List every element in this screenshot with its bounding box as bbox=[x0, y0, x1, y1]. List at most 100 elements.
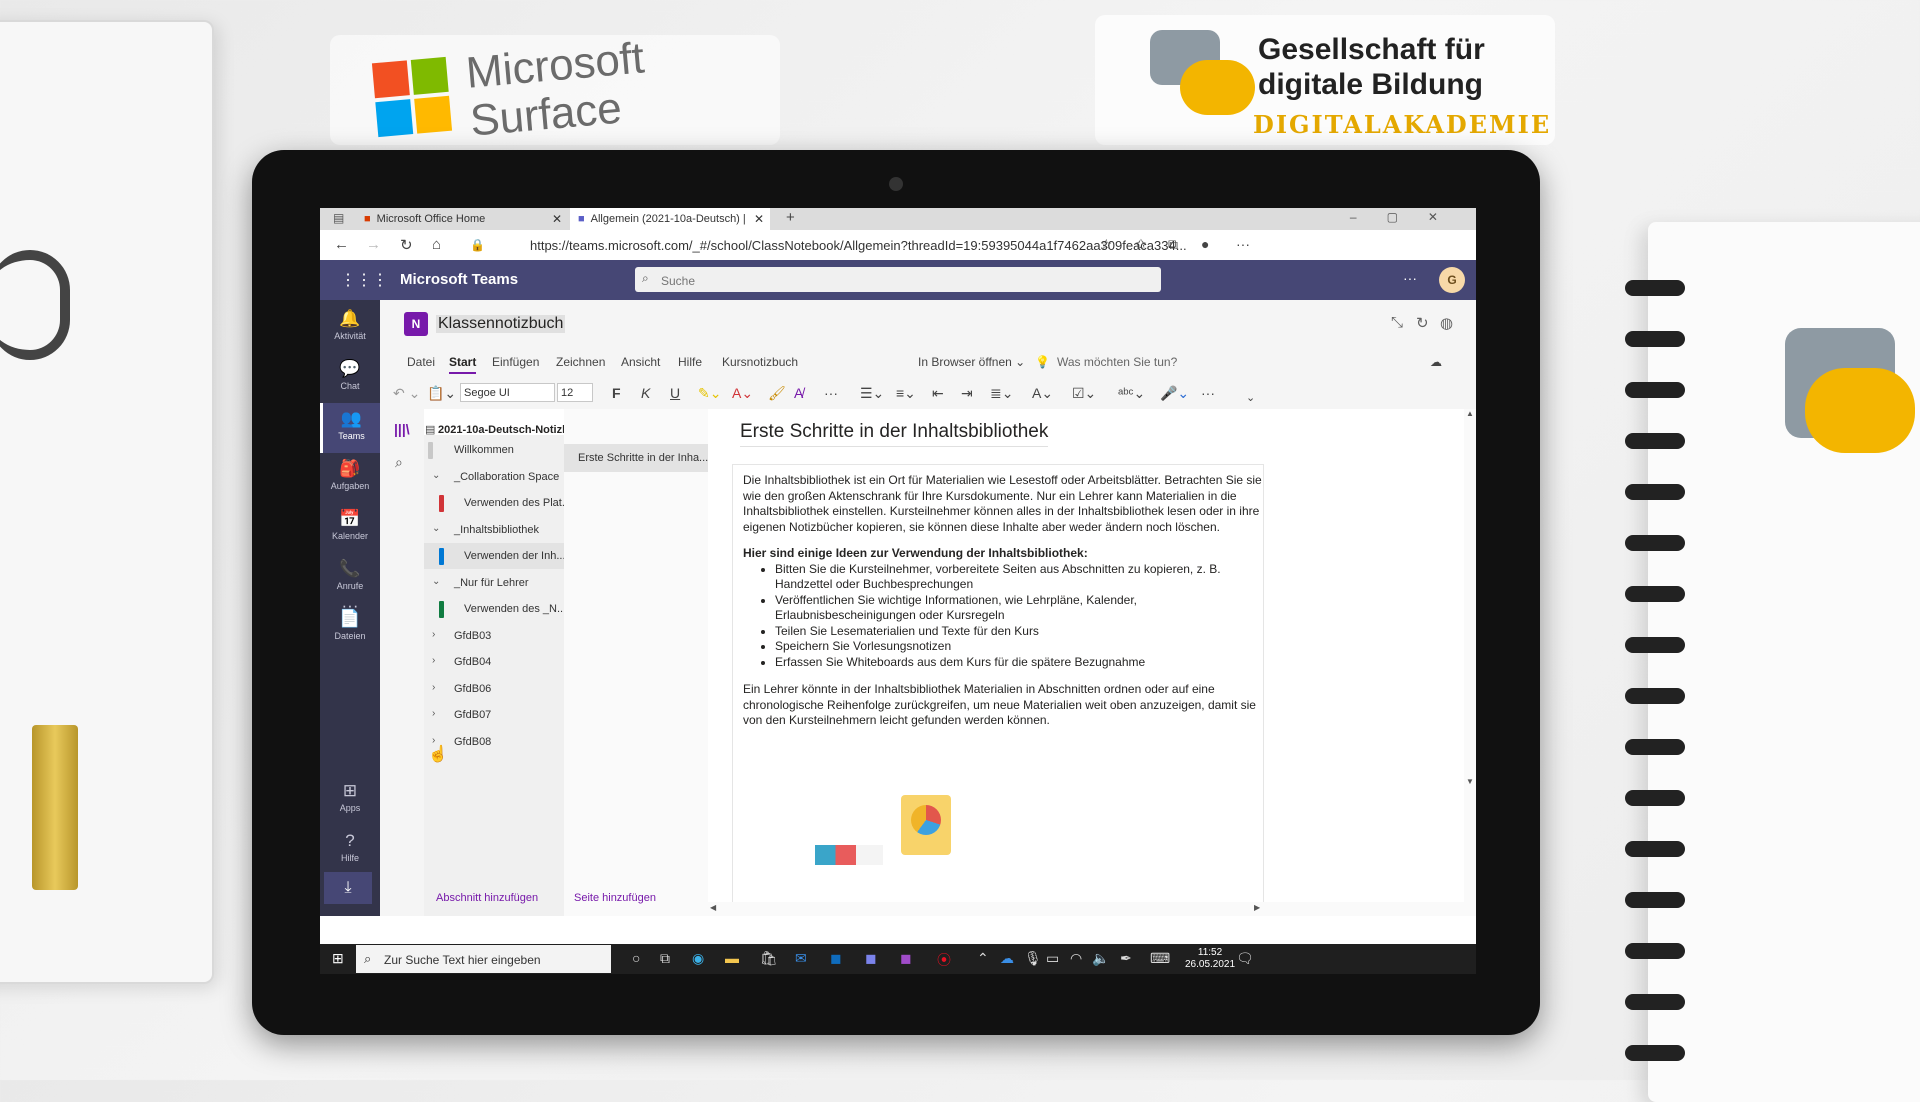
collections-icon[interactable]: ⧉ bbox=[1168, 236, 1178, 253]
ideas-heading[interactable]: Hier sind einige Ideen zur Verwendung de… bbox=[743, 546, 1263, 562]
closing-paragraph[interactable]: Ein Lehrer könnte in der Inhaltsbiblioth… bbox=[743, 682, 1263, 729]
more-format-icon[interactable]: ··· bbox=[824, 385, 838, 401]
explorer-icon[interactable]: ▬ bbox=[725, 950, 739, 966]
format-painter-icon[interactable]: 🖌 bbox=[768, 385, 786, 402]
clear-format-icon[interactable]: A̸ bbox=[794, 385, 803, 401]
dictate-icon[interactable]: 🎤⌄ bbox=[1160, 385, 1189, 402]
tray-chevron-icon[interactable]: ⌃ bbox=[977, 950, 989, 967]
rail-item-apps[interactable]: ⊞ Apps bbox=[320, 775, 380, 825]
keyboard-icon[interactable]: ⌨ bbox=[1150, 950, 1170, 967]
store-icon[interactable]: 🛍 bbox=[760, 950, 778, 967]
idea-item[interactable]: Teilen Sie Lesematerialien und Texte für… bbox=[775, 624, 1263, 640]
font-color-icon[interactable]: A⌄ bbox=[732, 385, 753, 402]
bullets-icon[interactable]: ☰⌄ bbox=[860, 385, 884, 402]
app-launcher-icon[interactable]: ⋮⋮⋮ bbox=[340, 270, 388, 290]
add-section-button[interactable]: Abschnitt hinzufügen bbox=[436, 892, 538, 904]
avatar[interactable]: G bbox=[1439, 267, 1465, 293]
tab-teams[interactable]: ■ Allgemein (2021-10a-Deutsch) | ✕ bbox=[570, 208, 770, 230]
home-icon[interactable]: ⌂ bbox=[432, 236, 441, 253]
vertical-scrollbar[interactable]: ▲ ▼ bbox=[1464, 409, 1476, 916]
indent-icon[interactable]: ⇥ bbox=[961, 385, 973, 402]
forward-icon[interactable]: → bbox=[366, 236, 381, 253]
bold-button[interactable]: F bbox=[612, 385, 621, 401]
section-group[interactable]: ⌄ _Nur für Lehrer bbox=[424, 570, 564, 596]
rail-item-hilfe[interactable]: ? Hilfe bbox=[320, 825, 380, 875]
chevron-down-icon[interactable]: ⌄ bbox=[432, 470, 440, 481]
numbering-icon[interactable]: ≡⌄ bbox=[896, 385, 916, 402]
rail-item-kalender[interactable]: 📅 Kalender bbox=[320, 503, 380, 553]
window-controls[interactable]: –▢✕ bbox=[1350, 210, 1468, 224]
highlight-icon[interactable]: ✎⌄ bbox=[698, 385, 721, 402]
url-field[interactable]: https://teams.microsoft.com/_#/school/Cl… bbox=[530, 238, 1187, 253]
menu-ansicht[interactable]: Ansicht bbox=[621, 355, 660, 369]
rail-item-teams[interactable]: 👥 Teams bbox=[320, 403, 380, 453]
idea-item[interactable]: Speichern Sie Vorlesungsnotizen bbox=[775, 639, 1263, 655]
rail-item-aufgaben[interactable]: 🎒 Aufgaben bbox=[320, 453, 380, 503]
note-body[interactable]: Die Inhaltsbibliothek ist ein Ort für Ma… bbox=[743, 473, 1263, 740]
chevron-right-icon[interactable]: › bbox=[432, 708, 435, 719]
outdent-icon[interactable]: ⇤ bbox=[932, 385, 944, 402]
page-canvas[interactable]: Erste Schritte in der Inhaltsbibliothek … bbox=[708, 409, 1476, 916]
ribbon-collapse-icon[interactable]: ⌄ bbox=[1246, 391, 1255, 404]
back-icon[interactable]: ← bbox=[334, 236, 349, 253]
open-in-browser-button[interactable]: In Browser öffnen ⌄ bbox=[918, 355, 1025, 369]
rail-item-aktivitaet[interactable]: 🔔 Aktivität bbox=[320, 303, 380, 353]
collapse-icon[interactable]: ⤡ bbox=[1391, 314, 1403, 331]
section-item[interactable]: Verwenden der Inh... bbox=[424, 543, 566, 569]
section-item[interactable]: Verwenden des Plat... bbox=[424, 490, 571, 516]
taskbar-search[interactable]: ⌕ Zur Suche Text hier eingeben bbox=[356, 945, 611, 973]
download-button[interactable]: ⤓ bbox=[324, 872, 372, 904]
note-container[interactable]: Die Inhaltsbibliothek ist ein Ort für Ma… bbox=[732, 464, 1264, 906]
search-box[interactable]: ⌕ bbox=[635, 267, 1161, 292]
task-view-icon[interactable]: ⧉ bbox=[660, 950, 670, 967]
close-tab-icon[interactable]: ✕ bbox=[754, 212, 764, 226]
menu-kursnotizbuch[interactable]: Kursnotizbuch bbox=[722, 355, 798, 369]
onenote-taskbar-icon[interactable]: ◼ bbox=[900, 950, 912, 967]
idea-item[interactable]: Erfassen Sie Whiteboards aus dem Kurs fü… bbox=[775, 655, 1263, 671]
scroll-down-icon[interactable]: ▼ bbox=[1466, 777, 1474, 786]
wifi-icon[interactable]: ◠ bbox=[1070, 950, 1082, 967]
section-item[interactable]: Verwenden des _N... bbox=[424, 596, 566, 622]
chevron-down-icon[interactable]: ⌄ bbox=[432, 576, 440, 587]
record-icon[interactable]: ⦿ bbox=[937, 950, 951, 970]
tab-actions-icon[interactable]: ▤ bbox=[333, 211, 344, 225]
styles-icon[interactable]: A⌄ bbox=[1032, 385, 1053, 402]
edge-icon[interactable]: ◉ bbox=[692, 950, 704, 967]
volume-icon[interactable]: 🔈 bbox=[1092, 950, 1109, 967]
search-input[interactable] bbox=[659, 271, 1143, 290]
idea-item[interactable]: Bitten Sie die Kursteilnehmer, vorbereit… bbox=[775, 562, 1263, 593]
scroll-right-icon[interactable]: ▶ bbox=[1254, 903, 1260, 912]
more-options-icon[interactable]: ··· bbox=[1403, 270, 1417, 286]
cortana-icon[interactable]: ○ bbox=[632, 950, 640, 966]
spelling-icon[interactable]: ᵃᵇᶜ⌄ bbox=[1118, 385, 1145, 402]
section-group[interactable]: ⌄ _Inhaltsbibliothek bbox=[424, 517, 564, 543]
menu-start[interactable]: Start bbox=[449, 355, 477, 374]
chevron-right-icon[interactable]: › bbox=[432, 655, 435, 666]
browser-menu-icon[interactable]: ··· bbox=[1236, 236, 1250, 252]
section-group[interactable]: › GfdB04 bbox=[424, 649, 564, 675]
library-icon[interactable]: |||\ bbox=[394, 421, 410, 437]
align-icon[interactable]: ≣⌄ bbox=[990, 385, 1013, 402]
menu-hilfe[interactable]: Hilfe bbox=[678, 355, 702, 369]
tab-office-home[interactable]: ■ Microsoft Office Home ✕ bbox=[358, 208, 568, 230]
taskbar-clock[interactable]: 11:52 26.05.2021 bbox=[1185, 947, 1235, 971]
menu-zeichnen[interactable]: Zeichnen bbox=[556, 355, 605, 369]
pen-icon[interactable]: ✒ bbox=[1120, 950, 1132, 967]
paste-icon[interactable]: 📋⌄ bbox=[427, 385, 456, 402]
undo-icon[interactable]: ↶ ⌄ bbox=[393, 385, 420, 402]
scroll-left-icon[interactable]: ◀ bbox=[710, 903, 716, 912]
font-name-select[interactable]: Segoe UI bbox=[460, 383, 555, 402]
section-group[interactable]: ⌄ _Collaboration Space bbox=[424, 464, 564, 490]
menu-datei[interactable]: Datei bbox=[407, 355, 435, 369]
section-group[interactable]: › GfdB06 bbox=[424, 676, 564, 702]
microphone-icon[interactable]: 🎙 bbox=[1024, 950, 1042, 967]
reload-icon[interactable]: ↻ bbox=[400, 236, 413, 254]
chevron-right-icon[interactable]: › bbox=[432, 682, 435, 693]
scroll-up-icon[interactable]: ▲ bbox=[1466, 409, 1474, 418]
notifications-icon[interactable]: 🗨 bbox=[1236, 950, 1254, 967]
battery-icon[interactable]: ▭ bbox=[1046, 950, 1059, 967]
teams-taskbar-icon[interactable]: ◼ bbox=[865, 950, 877, 967]
section-group[interactable]: › GfdB07 bbox=[424, 702, 564, 728]
profile-icon[interactable]: ● bbox=[1201, 236, 1209, 252]
tell-me-field[interactable]: Was möchten Sie tun? bbox=[1057, 355, 1177, 369]
